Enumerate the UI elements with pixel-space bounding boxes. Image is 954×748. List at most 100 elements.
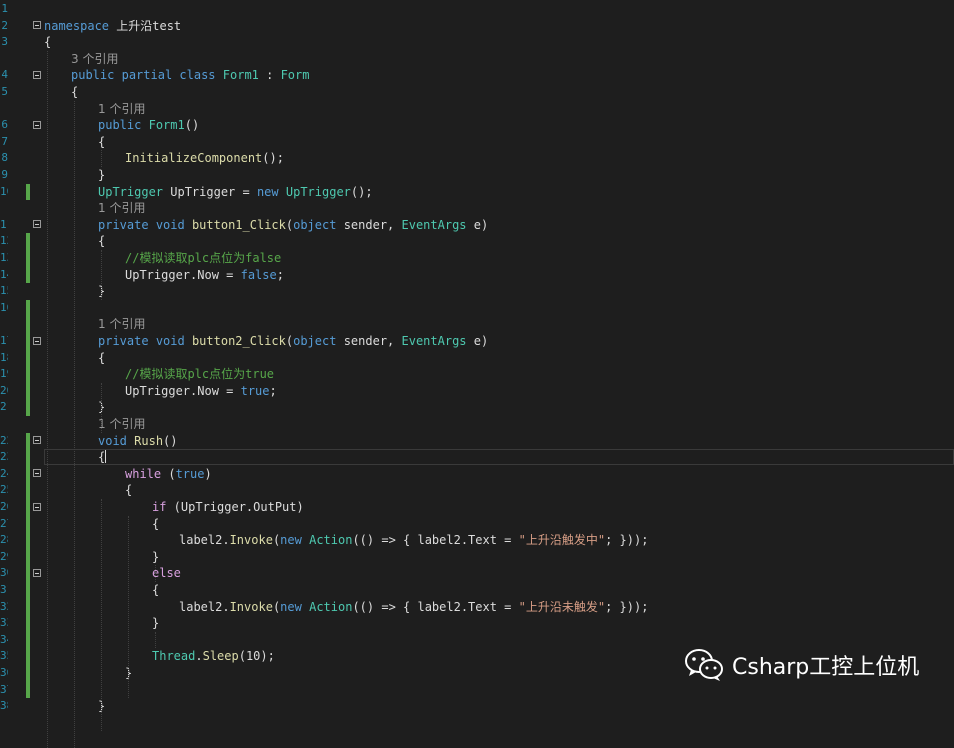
code-line[interactable]: 19 //模拟读取plc点位为true [0, 366, 954, 383]
code-line[interactable]: 3 个引用 [0, 51, 954, 68]
code-line[interactable]: 28 label2.Invoke(new Action(() => { label… [0, 532, 954, 549]
code-token: ) [204, 466, 212, 481]
code-line[interactable]: 23 { [0, 449, 954, 466]
code-line[interactable]: 22 void Rush() [0, 432, 954, 450]
line-number: 10 [0, 184, 8, 198]
line-number: 27 [0, 516, 8, 530]
code-line[interactable]: 1 个引用 [0, 416, 954, 433]
code-token: (UpTrigger.OutPut) [166, 500, 304, 514]
code-line[interactable]: 3{ [0, 34, 954, 51]
code-text: public Form1() [98, 117, 199, 134]
code-line[interactable]: 1 [0, 1, 954, 18]
code-line[interactable]: 32 label2.Invoke(new Action(() => { label… [0, 598, 954, 616]
code-text: label2.Invoke(new Action(() => { label2.… [179, 532, 648, 549]
code-line[interactable]: 20 UpTrigger.Now = true; [0, 382, 954, 400]
code-line[interactable]: 15} [0, 283, 954, 300]
code-token: . [195, 649, 203, 664]
line-number: 17 [0, 334, 8, 347]
change-marker [26, 565, 30, 582]
reference-count[interactable]: 1 个引用 [98, 102, 145, 116]
code-line[interactable]: 21} [0, 399, 954, 416]
code-text: 1 个引用 [98, 316, 145, 333]
line-number: 15 [0, 284, 8, 298]
code-token: new [280, 533, 302, 548]
code-line[interactable]: 14 UpTrigger.Now = false; [0, 266, 954, 284]
code-line[interactable]: 5{ [0, 84, 954, 101]
line-number: 36 [0, 666, 8, 679]
code-line[interactable]: 30 else [0, 565, 954, 582]
code-line[interactable]: 7{ [0, 134, 954, 151]
collapse-icon[interactable] [33, 568, 41, 577]
code-token: } [152, 616, 160, 631]
code-token: } [98, 168, 106, 182]
code-line[interactable]: 12 { [0, 233, 954, 250]
collapse-icon[interactable] [33, 436, 41, 445]
code-line[interactable]: 6 public Form1() [0, 117, 954, 134]
code-text: Thread.Sleep(10); [152, 648, 275, 665]
code-token: "上升沿触发中" [518, 533, 606, 548]
change-marker [26, 532, 30, 549]
code-token: Form1 [222, 68, 259, 83]
collapse-icon[interactable] [33, 502, 41, 511]
line-number: 16 [0, 300, 8, 314]
collapse-icon[interactable] [33, 220, 41, 229]
code-text: { [98, 449, 107, 466]
code-token: : [258, 68, 281, 83]
code-token: e) [466, 334, 489, 348]
code-token: button2_Click [191, 334, 286, 348]
reference-count[interactable]: 1 个引用 [98, 417, 145, 431]
reference-count[interactable]: 1 个引用 [98, 201, 145, 215]
collapse-icon[interactable] [33, 21, 41, 30]
change-marker [26, 631, 30, 649]
code-token: sender, [336, 334, 402, 348]
code-line[interactable]: 27 { [0, 515, 954, 533]
code-token: 上升沿test [109, 18, 182, 33]
line-number: 11 [0, 217, 8, 231]
code-line[interactable]: 10 UpTrigger UpTrigger = new UpTrigger(); [0, 183, 954, 201]
code-line[interactable]: 25 { [0, 482, 954, 499]
indent-guide [74, 100, 75, 748]
code-line[interactable]: 13 //模拟读取plc点位为false [0, 250, 954, 267]
line-number: 5 [1, 85, 8, 98]
collapse-icon[interactable] [33, 469, 41, 478]
code-line[interactable]: 37 [0, 681, 954, 699]
code-line[interactable]: 2 namespace 上升沿test [0, 18, 954, 35]
line-number: 14 [0, 267, 8, 281]
line-number: 32 [0, 599, 8, 613]
reference-count[interactable]: 1 个引用 [98, 317, 145, 331]
code-line[interactable]: 4 public partial class Form1 : Form [0, 67, 954, 84]
code-line[interactable]: 18 { [0, 349, 954, 367]
reference-count[interactable]: 3 个引用 [71, 52, 118, 66]
line-number: 2 [1, 18, 8, 32]
code-editor[interactable]: 1 2 namespace 上升沿test 3{3 个引用 4 public partia… [0, 0, 954, 748]
code-line[interactable]: 1 个引用 [0, 101, 954, 118]
code-line[interactable]: 8 InitializeComponent(); [0, 150, 954, 167]
code-text: { [152, 516, 159, 533]
code-line[interactable]: 1 个引用 [0, 200, 954, 217]
code-line[interactable]: 38} [0, 698, 954, 715]
code-token: () [184, 118, 200, 133]
code-line[interactable]: 9} [0, 167, 954, 184]
code-line[interactable]: 24 while (true) [0, 465, 954, 483]
code-line[interactable]: 33} [0, 615, 954, 632]
collapse-icon[interactable] [33, 336, 41, 345]
code-text: UpTrigger UpTrigger = new UpTrigger(); [98, 184, 373, 201]
collapse-icon[interactable] [33, 120, 41, 129]
code-line[interactable]: 34 [0, 631, 954, 649]
code-line[interactable]: 16 [0, 299, 954, 317]
code-token: Action [309, 533, 353, 548]
code-line[interactable]: 29} [0, 548, 954, 566]
code-line[interactable]: 1 个引用 [0, 316, 954, 333]
code-token: Action [309, 599, 353, 614]
code-text: UpTrigger.Now = true; [125, 383, 277, 400]
code-line[interactable]: 11 private void button1_Click(object send… [0, 217, 954, 234]
code-token: Thread [152, 649, 196, 664]
change-marker [26, 183, 30, 201]
code-line[interactable]: 26 if (UpTrigger.OutPut) [0, 499, 954, 516]
code-line[interactable]: 17 private void button2_Click(object send… [0, 333, 954, 350]
collapse-icon[interactable] [33, 70, 41, 79]
code-line[interactable]: 31 { [0, 582, 954, 599]
